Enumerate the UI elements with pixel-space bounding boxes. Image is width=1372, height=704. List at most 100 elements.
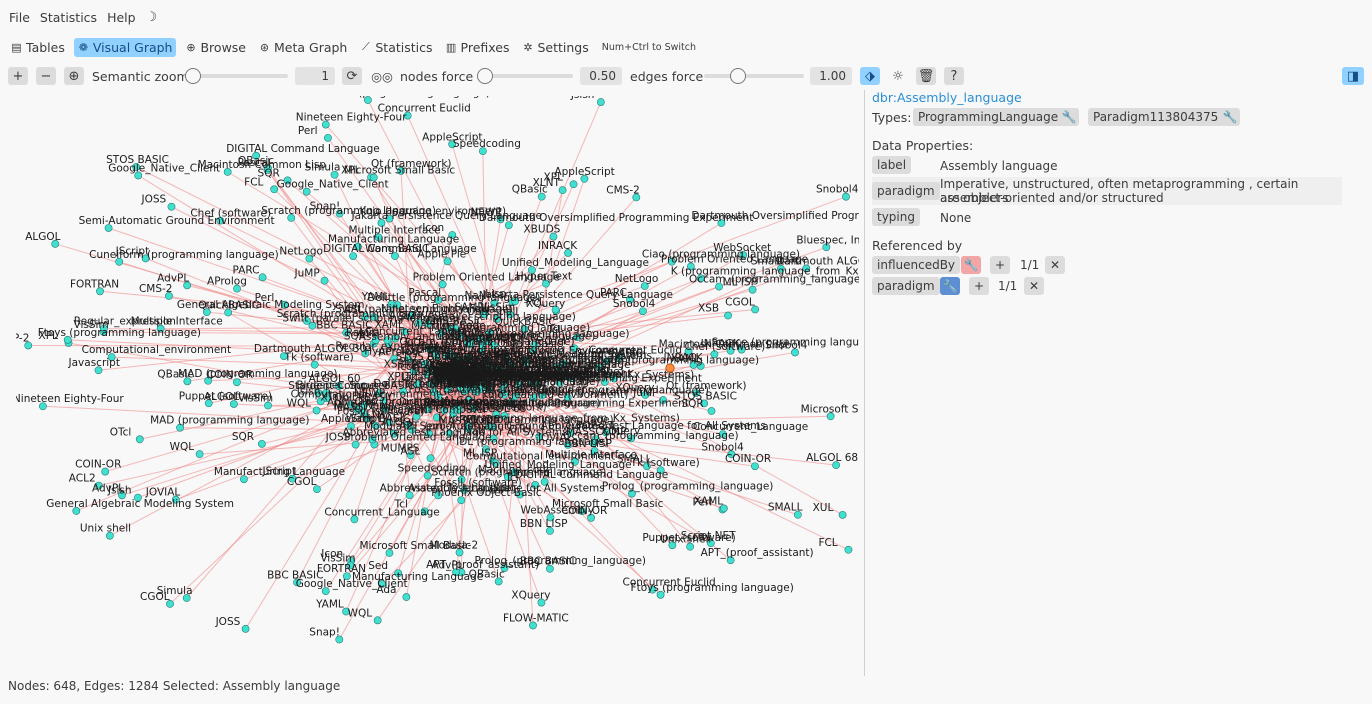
- zoom-in-button[interactable]: +: [8, 67, 28, 85]
- type-chip[interactable]: Paradigm113804375: [1088, 108, 1224, 126]
- tab-meta-graph[interactable]: ⊛ Meta Graph: [255, 38, 351, 57]
- node-label: Snobol4: [816, 184, 859, 196]
- moon-icon[interactable]: ☽: [141, 10, 163, 25]
- edges-force-slider[interactable]: [704, 67, 804, 85]
- node-label: Javascript: [68, 357, 120, 369]
- node-label: Speedcoding: [398, 463, 466, 475]
- node-label: Snap!: [310, 201, 341, 213]
- graph-node[interactable]: [257, 439, 266, 448]
- graph-node[interactable]: [320, 276, 329, 285]
- wrench-icon[interactable]: 🔧: [961, 256, 981, 274]
- details-panel: dbr:Assembly_language Types: Programming…: [872, 90, 1348, 680]
- graph-node[interactable]: [195, 450, 204, 459]
- graph-node[interactable]: [844, 545, 853, 554]
- graph-node[interactable]: [402, 593, 411, 601]
- tab-visual-graph[interactable]: ❁ Visual Graph: [73, 37, 177, 57]
- tag-icon: ⬗: [865, 68, 875, 84]
- tab-prefixes[interactable]: ▥ Prefixes: [442, 38, 514, 57]
- reset-layout-button[interactable]: ⟳: [342, 67, 362, 85]
- graph-node[interactable]: [707, 407, 716, 415]
- graph-node[interactable]: [838, 510, 847, 519]
- wrench-icon[interactable]: 🔧: [940, 277, 960, 295]
- property-key[interactable]: label: [872, 156, 912, 174]
- graph-node[interactable]: [135, 435, 144, 444]
- node-label: YAML: [315, 599, 344, 611]
- nodes-force-slider[interactable]: [477, 67, 573, 85]
- expand-references-button[interactable]: +: [990, 256, 1010, 274]
- document-icon: ▤: [11, 40, 22, 54]
- wrench-icon[interactable]: 🔧: [1059, 108, 1079, 126]
- node-label: XSB: [384, 358, 405, 370]
- node-label: Bluespec, Inc.: [796, 234, 859, 246]
- graph-node[interactable]: [312, 406, 321, 415]
- graph-node[interactable]: [167, 202, 176, 211]
- slider-knob[interactable]: [477, 68, 493, 84]
- tab-tables[interactable]: ▤ Tables: [7, 38, 69, 57]
- node-label: AdvPL: [92, 482, 124, 494]
- graph-node[interactable]: [558, 186, 567, 195]
- light-mode-button[interactable]: ☼: [888, 67, 908, 85]
- nodes-force-label: nodes force: [400, 68, 474, 84]
- subject-iri[interactable]: dbr:Assembly_language: [872, 90, 1022, 105]
- graph-node[interactable]: [241, 624, 250, 633]
- graph-svg[interactable]: Occam_(programming_language)STOS BASICMa…: [16, 96, 859, 668]
- side-panel-toggle-button[interactable]: ◨: [1342, 67, 1364, 85]
- type-chip[interactable]: ProgrammingLanguage: [913, 108, 1064, 126]
- close-icon[interactable]: ✕: [1024, 277, 1044, 295]
- node-label: Dartmouth ALGOL 30: [254, 343, 366, 355]
- node-label: OTcl: [110, 426, 132, 438]
- property-value: None: [940, 211, 972, 225]
- slider-knob[interactable]: [730, 68, 746, 84]
- node-label: AdvPL: [157, 272, 189, 284]
- graph-canvas[interactable]: Occam_(programming_language) STOS BASIC Ma…: [16, 96, 859, 668]
- graph-node[interactable]: [596, 98, 605, 106]
- node-label: NetLogo: [615, 273, 659, 285]
- menu-help[interactable]: Help: [102, 10, 141, 25]
- node-label: BBN LISP: [520, 518, 568, 530]
- graph-node[interactable]: [426, 454, 435, 463]
- clear-graph-button[interactable]: 🗑: [916, 67, 936, 85]
- nodes-force-value[interactable]: 0.50: [580, 67, 622, 85]
- close-icon[interactable]: ✕: [1045, 256, 1065, 274]
- expand-references-button[interactable]: +: [969, 277, 989, 295]
- menu-statistics[interactable]: Statistics: [35, 10, 102, 25]
- menu-file[interactable]: File: [4, 10, 35, 25]
- node-label: QBasic: [238, 155, 274, 167]
- node-label: WQL: [170, 441, 195, 453]
- selected-graph-node[interactable]: [665, 363, 675, 373]
- help-button[interactable]: ?: [944, 67, 964, 85]
- graph-node[interactable]: [258, 273, 267, 282]
- reference-key[interactable]: paradigm: [872, 277, 940, 295]
- panel-divider[interactable]: [864, 90, 865, 676]
- node-label: Google_Native_Client: [277, 179, 389, 191]
- property-key[interactable]: paradigm: [872, 182, 940, 200]
- node-label: APT_(proof_assistant): [701, 547, 814, 559]
- zoom-out-button[interactable]: −: [36, 67, 56, 85]
- minus-icon: −: [40, 68, 52, 84]
- tab-settings[interactable]: ✲ Settings: [518, 38, 592, 57]
- center-view-button[interactable]: ⊕: [64, 67, 84, 85]
- node-label: General Algebraic Modeling System: [177, 299, 365, 311]
- graph-node[interactable]: [569, 180, 578, 189]
- reference-key[interactable]: influencedBy: [872, 256, 961, 274]
- node-label: VisSim: [238, 392, 273, 404]
- slider-knob[interactable]: [185, 68, 201, 84]
- node-label: Pascal: [408, 287, 441, 299]
- node-label: Dartmouth Oversimplified Programming Exp…: [414, 397, 689, 409]
- node-label: POP-2: [16, 332, 29, 344]
- labels-toggle-button[interactable]: ⬗: [860, 67, 880, 85]
- tab-statistics[interactable]: ⟋ Statistics: [356, 38, 436, 57]
- edges-force-value[interactable]: 1.00: [810, 67, 852, 85]
- node-label: XSB: [698, 303, 719, 315]
- property-key[interactable]: typing: [872, 208, 920, 226]
- node-label: Nineteen Eighty-Four: [16, 393, 124, 405]
- graph-node[interactable]: [324, 133, 332, 142]
- semantic-zoom-value[interactable]: 1: [295, 67, 335, 85]
- node-label: Jsish: [489, 482, 514, 494]
- graph-node[interactable]: [724, 311, 732, 320]
- graph-node[interactable]: [373, 616, 382, 625]
- semantic-zoom-slider[interactable]: [184, 67, 288, 85]
- trash-icon: 🗑: [917, 68, 935, 84]
- tab-browse[interactable]: ⊕ Browse: [181, 38, 250, 57]
- wrench-icon[interactable]: 🔧: [1220, 108, 1240, 126]
